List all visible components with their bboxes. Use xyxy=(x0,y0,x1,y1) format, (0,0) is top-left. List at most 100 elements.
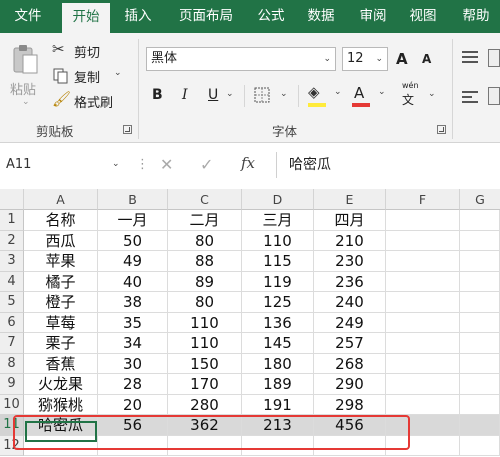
cell[interactable] xyxy=(386,251,460,272)
cell[interactable] xyxy=(460,312,500,333)
column-header[interactable]: F xyxy=(386,189,460,210)
select-all-corner[interactable] xyxy=(0,189,24,210)
tab-insert[interactable]: 插入 xyxy=(114,0,162,33)
cell[interactable]: 35 xyxy=(98,312,168,333)
cancel-icon[interactable]: ✕ xyxy=(160,155,173,174)
cell[interactable]: 125 xyxy=(242,292,314,313)
cell[interactable] xyxy=(386,271,460,292)
cell[interactable] xyxy=(460,394,500,415)
row-header[interactable]: 5 xyxy=(0,292,24,313)
row-header[interactable]: 3 xyxy=(0,251,24,272)
grow-font-button[interactable]: A xyxy=(396,50,408,68)
cell[interactable]: 150 xyxy=(168,353,242,374)
tab-formulas[interactable]: 公式 xyxy=(250,0,292,33)
row-header[interactable]: 1 xyxy=(0,210,24,231)
cell[interactable] xyxy=(460,415,500,436)
cell[interactable]: 50 xyxy=(98,230,168,251)
cell[interactable]: 橙子 xyxy=(24,292,98,313)
align-left-icon[interactable] xyxy=(462,91,478,105)
cell[interactable]: 110 xyxy=(168,312,242,333)
cell[interactable]: 170 xyxy=(168,374,242,395)
cell[interactable]: 110 xyxy=(168,333,242,354)
cell[interactable] xyxy=(460,292,500,313)
cell[interactable] xyxy=(386,353,460,374)
cell[interactable]: 橘子 xyxy=(24,271,98,292)
shrink-font-button[interactable]: A xyxy=(422,52,431,66)
cell[interactable] xyxy=(460,333,500,354)
row-header[interactable]: 10 xyxy=(0,394,24,415)
cell[interactable] xyxy=(386,312,460,333)
cut-button[interactable]: ✂ 剪切 xyxy=(52,40,122,61)
cell[interactable]: 一月 xyxy=(98,210,168,231)
tab-review[interactable]: 审阅 xyxy=(350,0,396,33)
row-header[interactable]: 9 xyxy=(0,374,24,395)
column-header[interactable]: C xyxy=(168,189,242,210)
column-header[interactable]: G xyxy=(460,189,500,210)
cell[interactable]: 290 xyxy=(314,374,386,395)
border-button[interactable]: ⌄ xyxy=(254,87,294,107)
cell[interactable]: 110 xyxy=(242,230,314,251)
cell[interactable]: 80 xyxy=(168,230,242,251)
cell[interactable] xyxy=(386,230,460,251)
font-name-combo[interactable]: 黑体 ⌄ xyxy=(146,47,336,71)
cell[interactable] xyxy=(460,271,500,292)
formula-input[interactable]: 哈密瓜 xyxy=(276,152,500,178)
cell[interactable] xyxy=(386,292,460,313)
cell[interactable]: 猕猴桃 xyxy=(24,394,98,415)
font-color-button[interactable]: A ⌄ xyxy=(352,83,392,107)
cell[interactable]: 20 xyxy=(98,394,168,415)
cell[interactable] xyxy=(460,210,500,231)
row-header[interactable]: 7 xyxy=(0,333,24,354)
tab-file[interactable]: 文件 xyxy=(0,0,56,33)
cell[interactable]: 二月 xyxy=(168,210,242,231)
paste-button[interactable]: 粘贴 ⌄ xyxy=(6,39,46,111)
cell[interactable]: 249 xyxy=(314,312,386,333)
tab-help[interactable]: 帮助 xyxy=(452,0,500,33)
cell[interactable] xyxy=(460,230,500,251)
cell[interactable]: 栗子 xyxy=(24,333,98,354)
font-launcher-icon[interactable] xyxy=(437,125,446,134)
cell[interactable]: 40 xyxy=(98,271,168,292)
italic-button[interactable]: I xyxy=(182,87,188,103)
cell[interactable]: 香蕉 xyxy=(24,353,98,374)
bold-button[interactable]: B xyxy=(152,87,163,103)
column-header[interactable]: A xyxy=(24,189,98,210)
row-header[interactable]: 8 xyxy=(0,353,24,374)
cell[interactable] xyxy=(386,394,460,415)
cell[interactable] xyxy=(386,333,460,354)
cell[interactable]: 名称 xyxy=(24,210,98,231)
cell[interactable]: 38 xyxy=(98,292,168,313)
insert-function-button[interactable]: fx xyxy=(241,154,255,172)
cell[interactable]: 191 xyxy=(242,394,314,415)
column-header[interactable]: E xyxy=(314,189,386,210)
fill-color-button[interactable]: ◈ ⌄ xyxy=(308,83,348,107)
phonetic-button[interactable]: wén 文 ⌄ xyxy=(400,81,442,109)
cell[interactable]: 西瓜 xyxy=(24,230,98,251)
cell[interactable]: 四月 xyxy=(314,210,386,231)
cell[interactable]: 280 xyxy=(168,394,242,415)
cell[interactable]: 115 xyxy=(242,251,314,272)
cell[interactable]: 119 xyxy=(242,271,314,292)
cell[interactable] xyxy=(460,435,500,456)
cell[interactable]: 草莓 xyxy=(24,312,98,333)
tab-home[interactable]: 开始 xyxy=(62,3,110,33)
cell[interactable] xyxy=(460,353,500,374)
cell[interactable]: 180 xyxy=(242,353,314,374)
column-header[interactable]: D xyxy=(242,189,314,210)
cell[interactable]: 268 xyxy=(314,353,386,374)
cell[interactable]: 240 xyxy=(314,292,386,313)
underline-button[interactable]: U xyxy=(208,87,218,103)
tab-page-layout[interactable]: 页面布局 xyxy=(166,0,246,33)
wrap-icon[interactable] xyxy=(488,49,500,67)
align-top-icon[interactable] xyxy=(462,51,478,65)
cell[interactable]: 257 xyxy=(314,333,386,354)
cell[interactable]: 80 xyxy=(168,292,242,313)
cell[interactable]: 145 xyxy=(242,333,314,354)
row-header[interactable]: 6 xyxy=(0,312,24,333)
tab-data[interactable]: 数据 xyxy=(298,0,344,33)
column-header[interactable]: B xyxy=(98,189,168,210)
cell[interactable]: 230 xyxy=(314,251,386,272)
cell[interactable] xyxy=(386,210,460,231)
cell[interactable]: 三月 xyxy=(242,210,314,231)
enter-icon[interactable]: ✓ xyxy=(200,155,213,174)
